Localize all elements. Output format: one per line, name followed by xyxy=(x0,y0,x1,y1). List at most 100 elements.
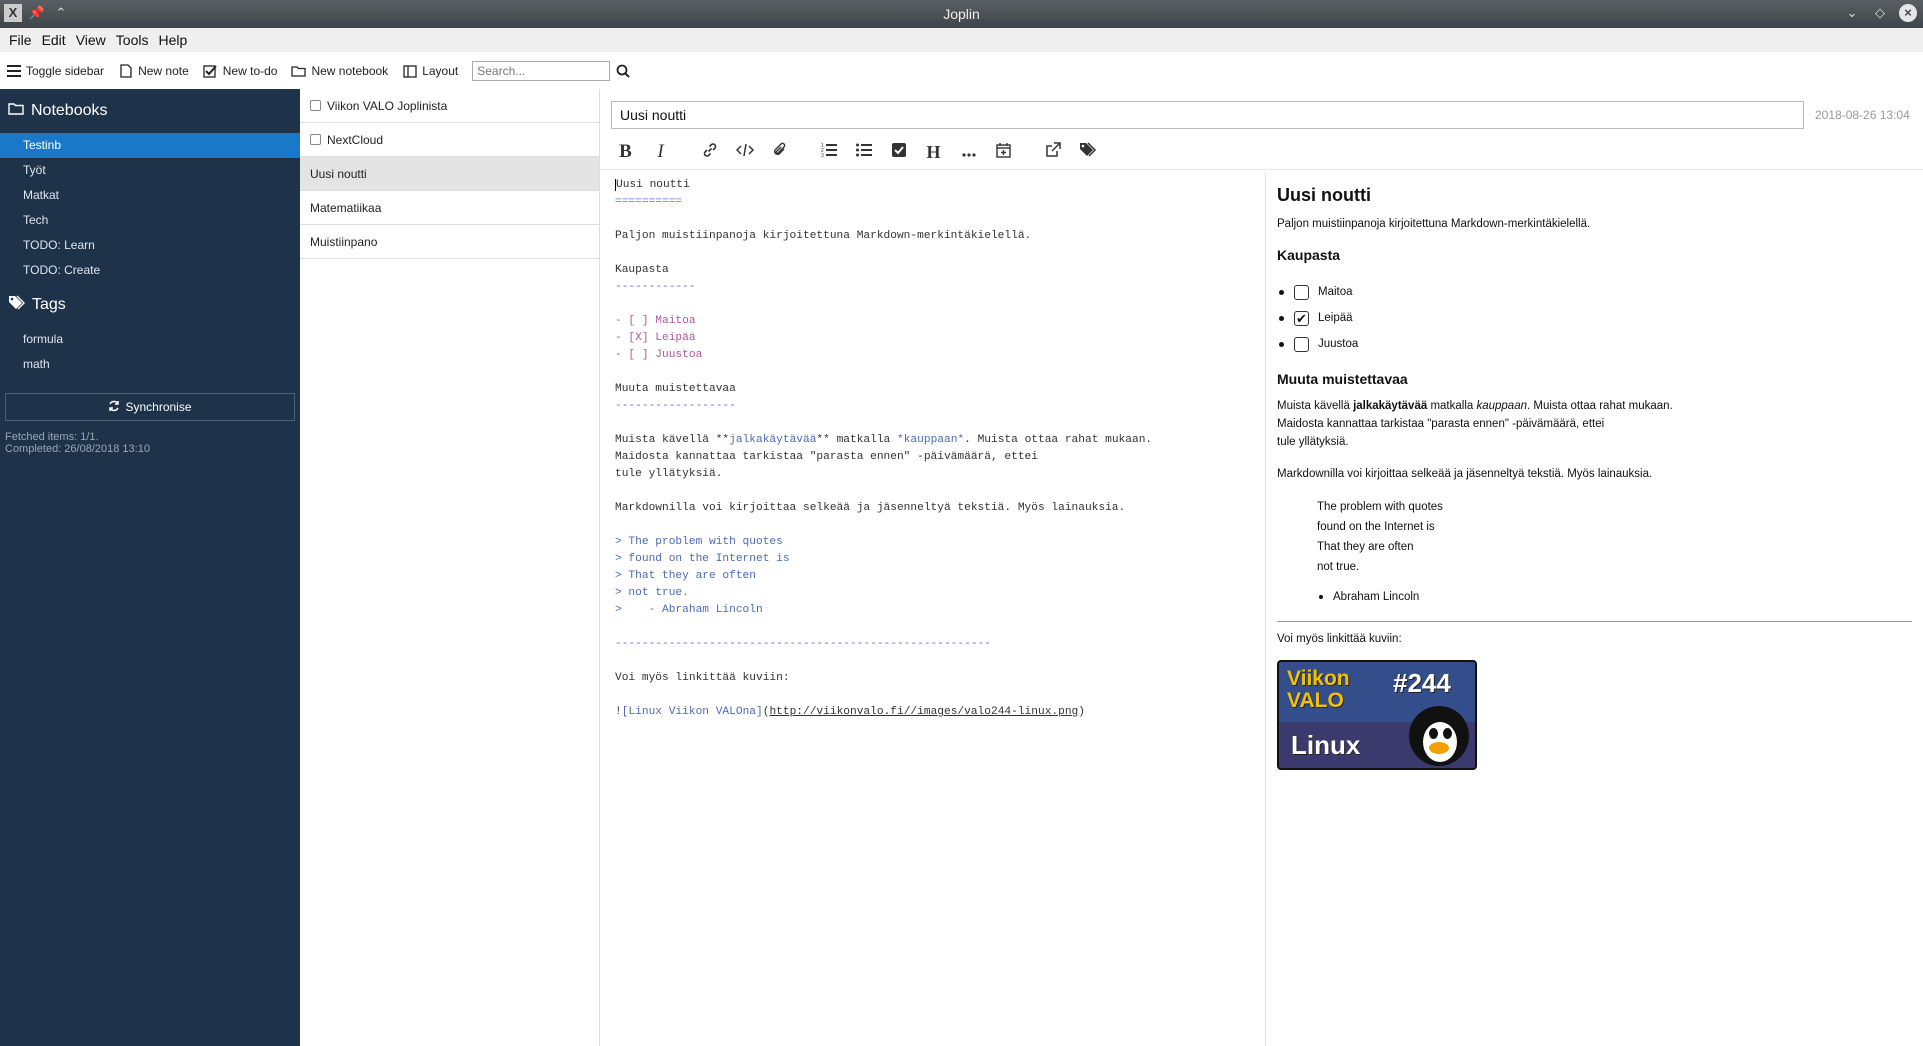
md-text: . Muista ottaa rahat mukaan. xyxy=(964,434,1153,446)
todo-checkbox[interactable] xyxy=(310,134,321,145)
notebook-item[interactable]: TODO: Create xyxy=(0,258,300,283)
code-icon xyxy=(735,142,754,162)
menu-bar: File Edit View Tools Help xyxy=(0,28,1923,52)
penguin-icon xyxy=(1409,706,1469,766)
italic-button[interactable]: I xyxy=(643,137,678,167)
columns-icon xyxy=(402,64,417,79)
menu-file[interactable]: File xyxy=(4,32,37,48)
notebook-item[interactable]: TODO: Learn xyxy=(0,233,300,258)
menu-edit[interactable]: Edit xyxy=(37,32,71,48)
md-line: > That they are often xyxy=(615,570,756,582)
checkbox-button[interactable] xyxy=(881,137,916,167)
new-notebook-label: New notebook xyxy=(311,64,389,78)
markdown-editor[interactable]: Uusi noutti ========== Paljon muistiinpa… xyxy=(615,177,1255,721)
preview-subheading: Muuta muistettavaa xyxy=(1277,371,1408,387)
md-line: Voi myös linkittää kuviin: xyxy=(615,672,790,684)
new-notebook-button[interactable]: New notebook xyxy=(291,64,388,79)
md-line: > not true. xyxy=(615,587,689,599)
new-todo-button[interactable]: New to-do xyxy=(203,64,277,79)
checklist-checkbox[interactable] xyxy=(1294,336,1309,352)
new-note-button[interactable]: New note xyxy=(118,64,189,79)
bullet xyxy=(1279,289,1284,295)
todo-checkbox[interactable] xyxy=(310,100,321,111)
tag-item[interactable]: formula xyxy=(0,327,300,352)
checklist-checkbox[interactable] xyxy=(1294,284,1309,300)
window-titlebar: X 📌 ⌃ Joplin ⌄ ◇ × xyxy=(0,0,1923,28)
md-image-url[interactable]: http://viikonvalo.fi//images/valo244-lin… xyxy=(769,706,1078,718)
sync-status-completed: Completed: 26/08/2018 13:10 xyxy=(5,443,150,455)
sync-status: Fetched items: 1/1. Completed: 26/08/201… xyxy=(0,421,300,465)
preview-paragraph: Paljon muistiinpanoja kirjoitettuna Mark… xyxy=(1277,218,1591,230)
md-line: Muista kävellä **jalkakäytävää** matkall… xyxy=(615,432,1255,449)
maximize-icon[interactable]: ◇ xyxy=(1871,4,1889,22)
md-line xyxy=(615,619,1255,636)
search-input[interactable] xyxy=(472,61,611,81)
md-line: > - Abraham Lincoln xyxy=(615,604,763,616)
md-line: ----------------------------------------… xyxy=(615,638,991,650)
note-list-item[interactable]: Viikon VALO Joplinista xyxy=(300,89,599,123)
checklist-checkbox-checked[interactable]: ✔ xyxy=(1294,310,1309,326)
md-line: Paljon muistiinpanoja kirjoitettuna Mark… xyxy=(615,230,1032,242)
menu-help[interactable]: Help xyxy=(153,32,192,48)
notebook-item[interactable]: Työt xyxy=(0,158,300,183)
italic-icon: I xyxy=(657,141,664,162)
bold-button[interactable]: B xyxy=(608,137,643,167)
close-icon[interactable]: × xyxy=(1899,4,1917,22)
notebooks-header[interactable]: Notebooks xyxy=(0,89,300,133)
preview-horizontal-rule xyxy=(1277,621,1912,622)
note-list-item[interactable]: Matematiikaa xyxy=(300,191,599,225)
tags-icon xyxy=(8,295,25,315)
quote-line: The problem with quotes xyxy=(1317,501,1443,513)
search-icon[interactable] xyxy=(616,64,630,78)
md-line xyxy=(615,653,1255,670)
note-list-item[interactable]: Uusi noutti xyxy=(300,157,599,191)
tags-header[interactable]: Tags xyxy=(0,283,300,327)
code-button[interactable] xyxy=(727,137,762,167)
md-line: Markdownilla voi kirjoittaa selkeää ja j… xyxy=(615,502,1126,514)
attach-button[interactable] xyxy=(762,137,797,167)
md-text: ) xyxy=(1078,706,1085,718)
md-line xyxy=(615,517,1255,534)
tag-item[interactable]: math xyxy=(0,352,300,377)
menu-view[interactable]: View xyxy=(71,32,111,48)
viikon-valo-linux-image[interactable]: Viikon VALO #244 Linux xyxy=(1277,660,1477,770)
bold-icon: B xyxy=(619,141,632,162)
preview-text: matkalla xyxy=(1427,400,1477,412)
preview-subheading: Kaupasta xyxy=(1277,247,1341,263)
heading-button[interactable]: H xyxy=(916,137,951,167)
insert-date-button[interactable] xyxy=(986,137,1021,167)
link-button[interactable] xyxy=(692,137,727,167)
open-external-button[interactable] xyxy=(1035,137,1070,167)
layout-button[interactable]: Layout xyxy=(402,64,458,79)
numbered-list-button[interactable]: 123 xyxy=(811,137,846,167)
menu-tools[interactable]: Tools xyxy=(111,32,154,48)
note-list-item[interactable]: NextCloud xyxy=(300,123,599,157)
note-title-input[interactable]: Uusi noutti xyxy=(611,101,1804,129)
markdown-preview: Uusi noutti Paljon muistiinpanoja kirjoi… xyxy=(1277,173,1912,770)
ordered-list-icon: 123 xyxy=(821,142,837,162)
note-list-item[interactable]: Muistiinpano xyxy=(300,225,599,259)
bullet xyxy=(1279,341,1284,347)
notebook-item[interactable]: Matkat xyxy=(0,183,300,208)
note-editor: Uusi noutti 2018-08-26 13:04 B I 123 H U… xyxy=(600,89,1923,1046)
tags-button[interactable] xyxy=(1070,137,1105,167)
synchronise-button[interactable]: Synchronise xyxy=(5,393,295,421)
checkbox-icon xyxy=(203,64,218,79)
notebook-item[interactable]: Tech xyxy=(0,208,300,233)
note-date: 2018-08-26 13:04 xyxy=(1815,108,1910,122)
minimize-icon[interactable]: ⌄ xyxy=(1843,4,1861,22)
bullet-list-button[interactable] xyxy=(846,137,881,167)
penguin-eye xyxy=(1429,728,1438,739)
external-link-icon xyxy=(1045,141,1061,163)
pane-divider[interactable] xyxy=(1265,173,1266,1046)
folder-icon xyxy=(291,64,307,79)
horizontal-rule-button[interactable] xyxy=(951,137,986,167)
notebook-item[interactable]: Testinb xyxy=(0,133,300,158)
penguin-beak xyxy=(1429,742,1449,754)
tags-icon xyxy=(1079,142,1097,162)
note-title: Matematiikaa xyxy=(310,200,382,215)
preview-text: . Muista ottaa rahat mukaan. xyxy=(1527,400,1673,412)
md-line: - [X] Leipää xyxy=(615,332,696,344)
toggle-sidebar-button[interactable]: Toggle sidebar xyxy=(6,64,104,79)
checklist-label: Leipää xyxy=(1318,312,1353,324)
